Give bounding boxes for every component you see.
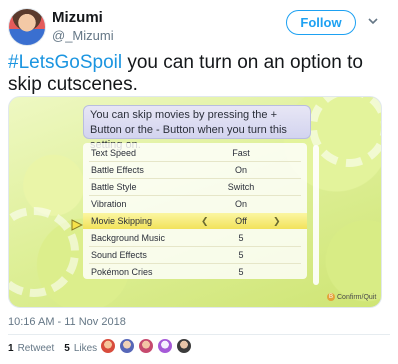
follow-button[interactable]: Follow: [286, 10, 356, 35]
b-button-icon: B: [327, 293, 335, 301]
settings-row-selected: Movie Skipping ❮ Off ❯: [83, 213, 307, 229]
author-name[interactable]: Mizumi: [52, 9, 103, 26]
author-handle[interactable]: @_Mizumi: [52, 28, 114, 43]
setting-label: Text Speed: [91, 148, 137, 158]
settings-row: Vibration On: [83, 196, 307, 212]
gear-decoration: [309, 97, 381, 167]
like-label[interactable]: Likes: [74, 343, 97, 354]
liker-avatar[interactable]: [138, 338, 154, 354]
setting-value: 5: [238, 250, 244, 260]
arrow-right-icon: ❯: [273, 216, 281, 226]
settings-list: Text Speed Fast Battle Effects On Battle…: [83, 143, 307, 279]
settings-row: Background Music 5: [83, 230, 307, 246]
setting-value: 5: [238, 233, 244, 243]
confirm-quit-hint: B Confirm/Quit: [327, 293, 376, 301]
game-message-box: You can skip movies by pressing the + Bu…: [83, 105, 311, 151]
author-avatar[interactable]: [8, 8, 46, 46]
settings-row: Battle Style Switch: [83, 179, 307, 195]
setting-value: On: [234, 199, 247, 209]
setting-value: Switch: [227, 182, 255, 192]
liker-avatars: [100, 338, 192, 354]
setting-value: Fast: [232, 148, 250, 158]
setting-label: Pokémon Cries: [91, 267, 153, 277]
setting-label: Background Music: [91, 233, 166, 243]
gear-decoration: [9, 207, 79, 297]
retweet-count[interactable]: 1: [8, 343, 14, 354]
settings-row: Text Speed Fast: [83, 145, 307, 161]
cursor-arrow-icon: [71, 219, 83, 231]
setting-value: On: [234, 165, 247, 175]
setting-value: Off: [235, 216, 247, 226]
setting-value: 5: [238, 267, 244, 277]
hashtag-link[interactable]: #LetsGoSpoil: [8, 52, 122, 73]
setting-label: Battle Effects: [91, 165, 144, 175]
confirm-quit-label: Confirm/Quit: [337, 293, 377, 301]
tweet-text: #LetsGoSpoil you can turn on an option t…: [8, 52, 390, 96]
setting-label: Sound Effects: [91, 250, 147, 260]
liker-avatar[interactable]: [157, 338, 173, 354]
setting-label: Vibration: [91, 199, 127, 209]
liker-avatar[interactable]: [119, 338, 135, 354]
chevron-down-icon[interactable]: [366, 14, 380, 28]
settings-row: Battle Effects On: [83, 162, 307, 178]
liker-avatar[interactable]: [100, 338, 116, 354]
retweet-label[interactable]: Retweet: [18, 343, 55, 354]
liker-avatar[interactable]: [176, 338, 192, 354]
tweet-media[interactable]: You can skip movies by pressing the + Bu…: [8, 96, 382, 308]
like-count[interactable]: 5: [64, 343, 70, 354]
scrollbar: [313, 145, 319, 285]
divider: [8, 334, 390, 335]
settings-row: Sound Effects 5: [83, 247, 307, 263]
tweet-stats: 1 Retweet 5 Likes: [8, 343, 97, 354]
tweet-timestamp[interactable]: 10:16 AM - 11 Nov 2018: [8, 316, 126, 328]
arrow-left-icon: ❮: [201, 216, 209, 226]
setting-label: Movie Skipping: [91, 216, 153, 226]
setting-label: Battle Style: [91, 182, 137, 192]
settings-row: Pokémon Cries 5: [83, 264, 307, 280]
